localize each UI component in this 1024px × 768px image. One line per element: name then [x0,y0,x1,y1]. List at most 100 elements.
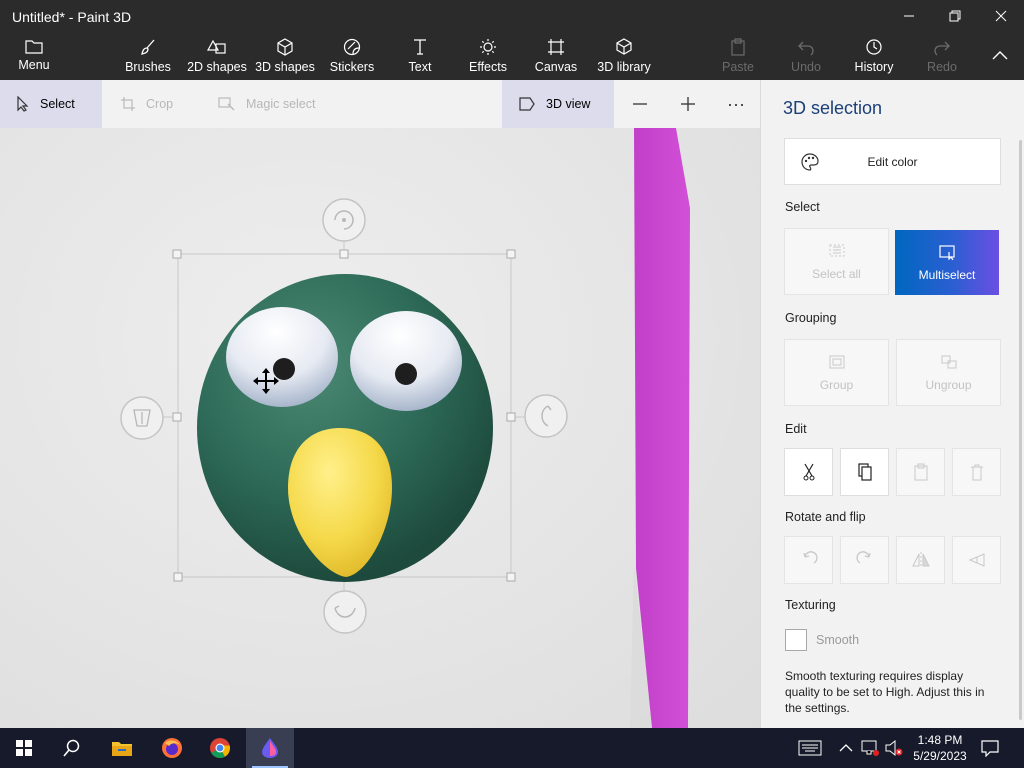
select-all-icon [829,244,844,256]
close-icon [995,10,1007,22]
rotate-bottom-handle[interactable] [323,581,367,634]
multiselect-button[interactable]: Multiselect [895,230,999,295]
chrome-button[interactable] [196,728,244,768]
smooth-checkbox[interactable] [785,629,807,651]
ungroup-button[interactable]: Ungroup [896,339,1001,406]
3d-library-button[interactable]: 3D library [596,32,652,80]
menu-button[interactable]: Menu [10,32,58,80]
brushes-button[interactable]: Brushes [122,32,174,80]
magenta-shape[interactable] [634,128,690,728]
paste-panel-button[interactable] [896,448,945,496]
delete-button[interactable] [952,448,1001,496]
2d-shapes-button[interactable]: 2D shapes [186,32,248,80]
right-pupil[interactable] [395,363,417,385]
magic-select-tool[interactable]: Magic select [210,80,340,128]
notifications-button[interactable] [966,728,1014,768]
resize-handle-top-right[interactable] [506,249,516,259]
resize-handle-bottom-left[interactable] [173,572,183,582]
flip-vertical-icon [968,553,984,567]
undo-icon [798,41,814,56]
restore-icon [949,10,961,22]
collapse-ribbon-button[interactable] [984,32,1016,80]
firefox-icon [162,738,182,758]
resize-handle-top[interactable] [339,249,349,259]
crop-label: Crop [146,97,174,111]
firefox-button[interactable] [148,728,196,768]
zoom-out-button[interactable] [616,80,664,128]
canvas-scene [120,128,690,728]
resize-handle-right[interactable] [506,412,516,422]
3d-shapes-button[interactable]: 3D shapes [254,32,316,80]
select-heading: Select [785,200,820,214]
text-icon [414,39,426,55]
history-button[interactable]: History [850,32,898,80]
file-explorer-button[interactable] [98,728,146,768]
volume-icon-button[interactable] [884,739,904,762]
network-icon-button[interactable] [860,739,880,762]
resize-handle-top-left[interactable] [172,249,182,259]
stickers-button[interactable]: Stickers [328,32,376,80]
right-eye[interactable] [350,311,462,411]
cut-button[interactable] [784,448,833,496]
left-pupil[interactable] [273,358,295,380]
close-button[interactable] [978,0,1024,32]
minus-icon [633,103,647,105]
start-button[interactable] [0,728,48,768]
cube-icon [277,38,293,56]
edit-color-button[interactable]: Edit color [784,138,1001,185]
paint-3d-button[interactable] [246,728,294,768]
rotate-y-handle[interactable] [515,394,568,438]
copy-button[interactable] [840,448,889,496]
3d-shapes-label: 3D shapes [255,60,315,74]
volume-muted-icon [885,739,903,757]
crop-tool[interactable]: Crop [104,80,208,128]
panel-scrollbar[interactable] [1019,140,1022,720]
brushes-label: Brushes [125,60,171,74]
redo-button[interactable]: Redo [922,32,962,80]
rotate-z-handle[interactable] [322,198,366,250]
ungroup-label: Ungroup [925,377,972,392]
rotate-right-button[interactable] [840,536,889,584]
file-explorer-icon [112,742,132,756]
history-label: History [854,60,894,74]
show-hidden-icons-button[interactable] [838,740,854,761]
select-all-button[interactable]: Select all [784,228,889,295]
3d-view-toggle[interactable]: 3D view [502,80,614,128]
task-view-tray-button[interactable] [786,728,834,768]
text-label: Text [408,60,432,74]
sun-icon [480,39,496,55]
3d-view-label: 3D view [546,97,591,111]
paste-button[interactable]: Paste [718,32,758,80]
flip-horizontal-button[interactable] [896,536,945,584]
maximize-button[interactable] [932,0,978,32]
resize-handle-left[interactable] [172,412,182,422]
paint-3d-icon [262,738,278,758]
multiselect-label: Multiselect [918,267,976,282]
left-eye[interactable] [226,307,338,407]
search-button[interactable] [48,728,96,768]
group-button[interactable]: Group [784,339,889,406]
rotate-left-button[interactable] [784,536,833,584]
canvas-label: Canvas [534,60,578,74]
minimize-icon [904,15,914,17]
canvas-area[interactable] [0,128,760,728]
zoom-in-button[interactable] [664,80,712,128]
smooth-texturing-note: Smooth texturing requires display qualit… [785,669,985,715]
rotate-x-handle[interactable] [120,396,173,440]
minimize-button[interactable] [886,0,932,32]
undo-button[interactable]: Undo [786,32,826,80]
trash-icon [970,464,983,481]
keyboard-icon [798,740,822,756]
3d-library-icon [616,38,632,55]
ungroup-icon [941,355,956,368]
more-options-button[interactable]: ··· [712,80,760,128]
edit-color-label: Edit color [867,154,918,169]
resize-handle-bottom-right[interactable] [506,572,516,582]
text-button[interactable]: Text [398,32,442,80]
rotate-flip-heading: Rotate and flip [785,510,866,524]
canvas-button[interactable]: Canvas [534,32,578,80]
flip-vertical-button[interactable] [952,536,1001,584]
group-label: Group [819,377,854,392]
select-tool[interactable]: Select [0,80,102,128]
effects-button[interactable]: Effects [464,32,512,80]
